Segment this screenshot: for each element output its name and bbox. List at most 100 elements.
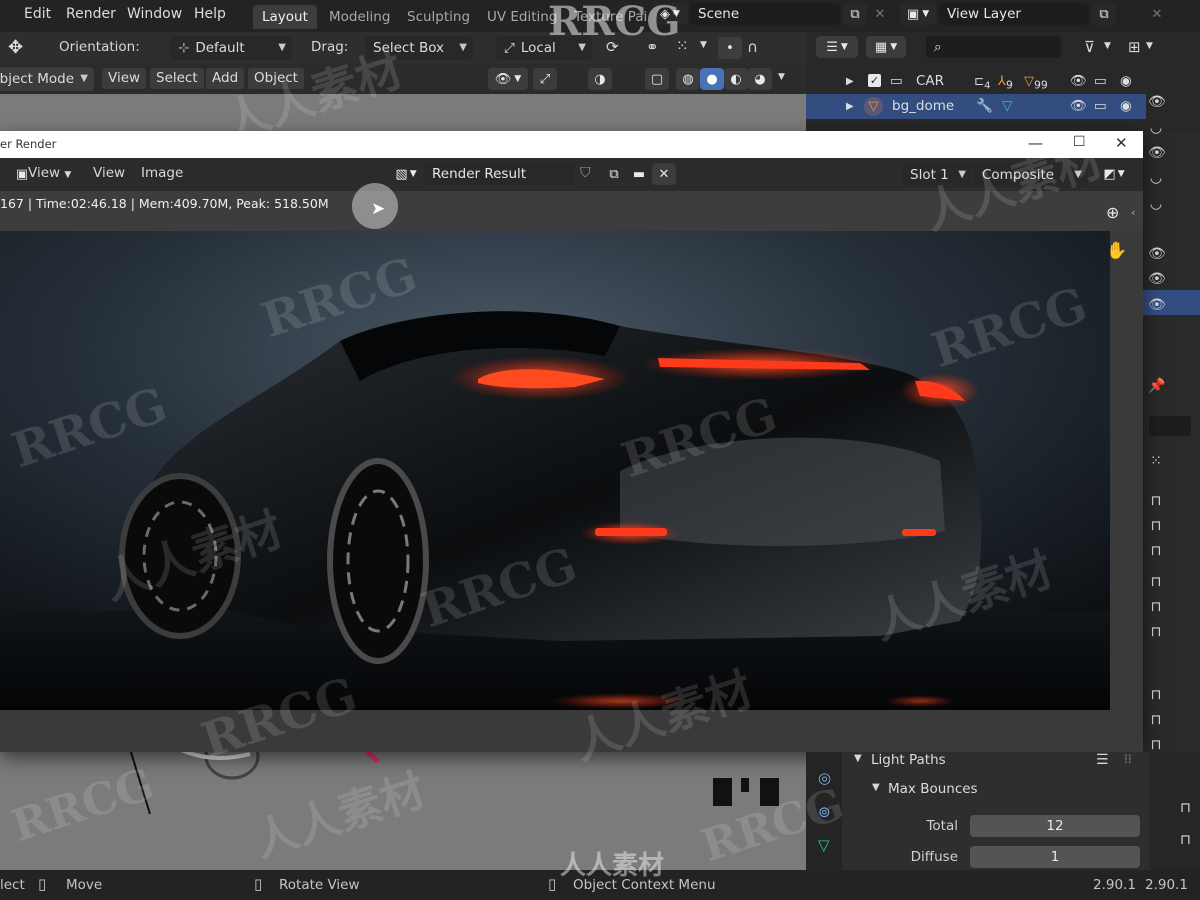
eye-closed-icon[interactable]: ◡ xyxy=(1148,120,1164,136)
viewport-menu-add[interactable]: Add xyxy=(206,68,245,89)
editor-view-dropdown[interactable]: View ▼ xyxy=(28,165,71,181)
unlink-image-button[interactable]: ✕ xyxy=(652,163,676,185)
visibility-dropdown[interactable]: 👁 ▼ xyxy=(488,68,528,90)
outliner-row-car[interactable]: ▶ ✓ ▭ CAR ⊏4 ⅄9 ▽99 👁 ▭ ◉ xyxy=(806,69,1146,94)
move-tool-icon[interactable]: ✥ xyxy=(8,37,23,58)
tab-modeling[interactable]: Modeling xyxy=(320,5,399,29)
data-icon[interactable]: ▽ xyxy=(818,836,830,854)
grid-icon[interactable]: ⁙ xyxy=(1148,453,1164,469)
scene-field[interactable]: Scene xyxy=(690,3,840,25)
menu-window[interactable]: Window xyxy=(127,6,182,22)
tab-texture-paint[interactable]: Texture Pai xyxy=(565,5,656,29)
list-icon[interactable]: ☰ xyxy=(1096,752,1109,768)
viewport-menu-object[interactable]: Object xyxy=(248,68,304,89)
snap-icon[interactable]: ⁙ xyxy=(676,37,689,55)
expand-arrow-icon[interactable]: ▶ xyxy=(846,69,854,94)
eye-icon[interactable]: 👁 xyxy=(1148,271,1166,287)
tab-sculpting[interactable]: Sculpting xyxy=(398,5,479,29)
view-layer-field[interactable]: View Layer xyxy=(939,3,1089,25)
eye-closed-icon[interactable]: ◡ xyxy=(1148,196,1164,212)
unlock-icon[interactable]: ⊓ xyxy=(1148,599,1164,615)
maximize-icon[interactable]: ☐ xyxy=(1073,134,1086,150)
menu-edit[interactable]: Edit xyxy=(24,6,51,22)
chevron-down-icon[interactable]: ▼ xyxy=(778,72,785,82)
unlock-icon[interactable]: ⊓ xyxy=(1148,712,1164,728)
unlock-icon[interactable]: ⊓ xyxy=(1148,624,1164,640)
unlock-icon[interactable]: ⊓ xyxy=(1180,832,1191,848)
camera-icon[interactable]: ◉ xyxy=(1120,69,1132,94)
expand-arrow-icon[interactable]: ▶ xyxy=(846,94,854,119)
collapse-arrow-icon[interactable]: ▼ xyxy=(854,753,862,764)
eye-icon[interactable]: 👁 xyxy=(1148,246,1166,262)
total-bounces-field[interactable]: 12 xyxy=(970,815,1140,837)
render-result-image[interactable] xyxy=(0,231,1110,710)
max-bounces-header[interactable]: Max Bounces xyxy=(888,781,978,797)
diffuse-bounces-field[interactable]: 1 xyxy=(970,846,1140,868)
gizmo-button[interactable]: ⤢ xyxy=(533,68,557,90)
delete-view-layer-button[interactable]: ✕ xyxy=(1145,3,1169,25)
collapse-arrow-icon[interactable]: ▼ xyxy=(872,782,880,793)
unlock-icon[interactable]: ⊓ xyxy=(1148,687,1164,703)
scene-type-button[interactable]: ◈ ▼ xyxy=(652,3,688,25)
eye-icon[interactable]: 👁 xyxy=(1148,297,1166,313)
material-shading-button[interactable]: ◐ xyxy=(724,68,748,90)
render-pass-dropdown[interactable]: Composite ▼ xyxy=(974,163,1088,187)
property-field-stub[interactable] xyxy=(1149,416,1191,436)
fake-user-shield-icon[interactable]: ⛉ xyxy=(580,165,591,181)
unlock-icon[interactable]: ⊓ xyxy=(1148,543,1164,559)
viewport-menu-view[interactable]: View xyxy=(102,68,147,89)
new-scene-button[interactable]: ⧉ xyxy=(843,3,867,25)
pin-icon[interactable]: 📌 xyxy=(1148,378,1165,394)
image-name-field[interactable]: Render Result xyxy=(424,163,574,185)
drag-dropdown[interactable]: Select Box ▼ xyxy=(365,36,473,60)
rendered-shading-button[interactable]: ◕ xyxy=(748,68,772,90)
image-menu-view[interactable]: View xyxy=(93,165,125,181)
new-view-layer-button[interactable]: ⧉ xyxy=(1092,3,1116,25)
viewport-menu-select[interactable]: Select xyxy=(150,68,204,89)
eye-icon[interactable]: 👁 xyxy=(1148,145,1166,161)
unlock-icon[interactable]: ⊓ xyxy=(1148,493,1164,509)
overlays-button[interactable]: ◑ xyxy=(588,68,612,90)
view-layer-type-button[interactable]: ▣ ▼ xyxy=(900,3,936,25)
outliner-display-mode[interactable]: ☰ ▼ xyxy=(816,36,858,58)
light-paths-header[interactable]: Light Paths xyxy=(871,752,946,768)
monitor-icon[interactable]: ▭ xyxy=(1094,69,1107,94)
eye-icon[interactable]: 👁 xyxy=(1070,69,1087,94)
object-mode-dropdown[interactable]: Object Mode ▼ xyxy=(0,67,94,91)
menu-render[interactable]: Render xyxy=(66,6,116,22)
eye-icon[interactable]: 👁 xyxy=(1148,94,1166,110)
solid-shading-button[interactable]: ● xyxy=(700,68,724,90)
unlock-icon[interactable]: ⊓ xyxy=(1180,800,1191,816)
image-browse-button[interactable]: ▧ ▼ xyxy=(388,163,424,185)
menu-help[interactable]: Help xyxy=(194,6,226,22)
checkbox-icon[interactable]: ✓ xyxy=(868,74,881,87)
new-collection-icon[interactable]: ⊞ xyxy=(1128,38,1141,56)
minimize-icon[interactable]: — xyxy=(1028,134,1043,152)
outliner-filter-type[interactable]: ▦ ▼ xyxy=(866,36,906,58)
image-menu-image[interactable]: Image xyxy=(141,165,183,181)
filter-icon[interactable]: ⊽ xyxy=(1084,38,1095,56)
eye-icon[interactable]: 👁 xyxy=(1070,94,1087,119)
orientation-dropdown[interactable]: ⊹ Default ▼ xyxy=(170,36,292,60)
falloff-curve-icon[interactable]: ∩ xyxy=(747,38,758,56)
delete-scene-button[interactable]: ✕ xyxy=(868,3,892,25)
xray-button[interactable]: ▢ xyxy=(645,68,669,90)
unlock-icon[interactable]: ⊓ xyxy=(1148,574,1164,590)
zoom-in-icon[interactable]: ⊕ xyxy=(1106,203,1119,222)
tab-uv-editing[interactable]: UV Editing xyxy=(478,5,566,29)
open-image-button[interactable]: ▬ xyxy=(627,163,651,185)
unlock-icon[interactable]: ⊓ xyxy=(1148,518,1164,534)
new-image-button[interactable]: ⧉ xyxy=(602,163,626,185)
outliner-search-input[interactable]: ⌕ xyxy=(926,36,1061,58)
monitor-icon[interactable]: ▭ xyxy=(1094,94,1107,119)
chevron-left-icon[interactable]: ‹ xyxy=(1131,206,1135,219)
transform-orientation-dropdown[interactable]: ⤢ Local ▼ xyxy=(496,36,592,60)
close-icon[interactable]: ✕ xyxy=(1115,134,1128,152)
wireframe-shading-button[interactable]: ◍ xyxy=(676,68,700,90)
unlock-icon[interactable]: ⊓ xyxy=(1148,737,1164,753)
tab-layout[interactable]: Layout xyxy=(253,5,317,29)
constraint-icon[interactable]: ⊚ xyxy=(818,803,831,821)
outliner-name[interactable]: CAR xyxy=(916,69,944,94)
link-icon[interactable]: ⚭ xyxy=(646,38,659,56)
eye-closed-icon[interactable]: ◡ xyxy=(1148,170,1164,186)
